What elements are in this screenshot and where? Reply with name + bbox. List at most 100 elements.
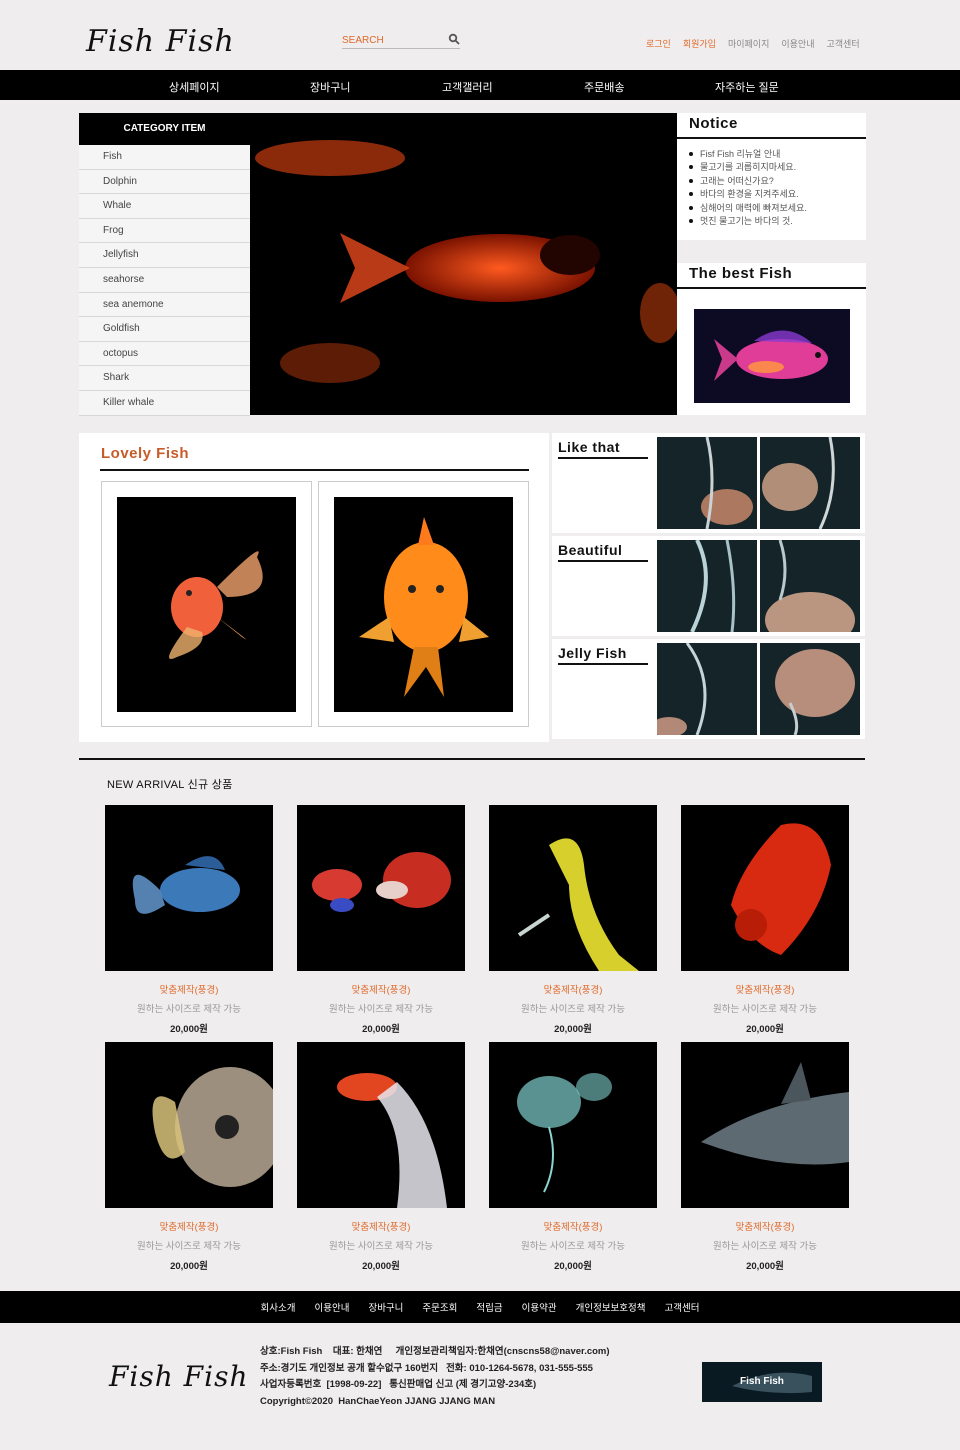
- footer-link-privacy[interactable]: 개인정보보호정책: [576, 1300, 646, 1314]
- product-image: [489, 805, 657, 971]
- product-name: 맞춤제작(풍경): [351, 1222, 411, 1233]
- side-row-like-that: Like that: [552, 433, 865, 533]
- hero-image: [250, 113, 677, 415]
- signup-link[interactable]: 회원가입: [683, 37, 716, 50]
- product-desc: 원하는 사이즈로 제작 가능: [328, 1004, 434, 1015]
- category-item-sea-anemone[interactable]: sea anemone: [79, 293, 250, 318]
- category-item-seahorse[interactable]: seahorse: [79, 268, 250, 293]
- category-item-octopus[interactable]: octopus: [79, 342, 250, 367]
- category-item-whale[interactable]: Whale: [79, 194, 250, 219]
- category-menu: CATEGORY ITEM Fish Dolphin Whale Frog Je…: [79, 113, 250, 416]
- side-title: Jelly Fish: [558, 645, 648, 665]
- best-fish-box: The best Fish: [677, 263, 866, 415]
- notice-item[interactable]: 바다의 환경을 지켜주세요.: [689, 188, 866, 201]
- guide-link[interactable]: 이용안내: [781, 37, 814, 50]
- search-label: SEARCH: [342, 35, 384, 46]
- category-title: CATEGORY ITEM: [79, 113, 250, 145]
- top-links: 로그인 회원가입 마이페이지 이용안내 고객센터: [646, 37, 860, 50]
- nav-detail[interactable]: 상세페이지: [169, 79, 220, 95]
- jellyfish-image[interactable]: [657, 437, 757, 529]
- notice-list: Fisf Fish 리뉴얼 안내 물고기를 괴롭히지마세요. 고래는 어떠신가요…: [677, 139, 866, 228]
- product-card[interactable]: 맞춤제작(풍경) 원하는 사이즈로 제작 가능 20,000원: [681, 1042, 849, 1272]
- notice-item[interactable]: 멋진 물고기는 바다의 것.: [689, 215, 866, 228]
- footer-link-cart[interactable]: 장바구니: [368, 1300, 403, 1314]
- product-card[interactable]: 맞춤제작(풍경) 원하는 사이즈로 제작 가능 20,000원: [489, 805, 657, 1035]
- best-fish-image[interactable]: [694, 309, 850, 403]
- goldfish-image: [334, 497, 513, 712]
- product-image: [489, 1042, 657, 1208]
- notice-item[interactable]: 심해어의 매력에 빠져보세요.: [689, 202, 866, 215]
- notice-box: Notice Fisf Fish 리뉴얼 안내 물고기를 괴롭히지마세요. 고래…: [677, 113, 866, 240]
- footer-banner[interactable]: Fish Fish: [702, 1362, 822, 1402]
- mypage-link[interactable]: 마이페이지: [728, 37, 769, 50]
- product-card[interactable]: 맞춤제작(풍경) 원하는 사이즈로 제작 가능 20,000원: [681, 805, 849, 1035]
- product-image: [297, 805, 465, 971]
- footer-link-company[interactable]: 회사소개: [261, 1300, 296, 1314]
- lovely-fish-card[interactable]: [101, 481, 312, 727]
- footer-link-order[interactable]: 주문조회: [422, 1300, 457, 1314]
- product-card[interactable]: 맞춤제작(풍경) 원하는 사이즈로 제작 가능 20,000원: [105, 1042, 273, 1272]
- category-item-killer-whale[interactable]: Killer whale: [79, 391, 250, 416]
- login-link[interactable]: 로그인: [646, 37, 671, 50]
- product-name: 맞춤제작(풍경): [735, 1222, 795, 1233]
- product-desc: 원하는 사이즈로 제작 가능: [136, 1004, 242, 1015]
- category-item-shark[interactable]: Shark: [79, 366, 250, 391]
- footer-link-support[interactable]: 고객센터: [665, 1300, 700, 1314]
- product-name: 맞춤제작(풍경): [159, 1222, 219, 1233]
- notice-item[interactable]: 고래는 어떠신가요?: [689, 175, 866, 188]
- product-desc: 원하는 사이즈로 제작 가능: [712, 1004, 818, 1015]
- product-name: 맞춤제작(풍경): [735, 985, 795, 996]
- footer-info: 상호:Fish Fish 대표: 한채연 개인정보관리책임자:한채연(cnscn…: [260, 1344, 610, 1411]
- product-image: [297, 1042, 465, 1208]
- jellyfish-image[interactable]: [760, 643, 860, 735]
- product-price: 20,000원: [554, 1024, 592, 1035]
- lovely-fish-card[interactable]: [318, 481, 529, 727]
- footer-info-line: 사업자등록번호 [1998-09-22] 통신판매업 신고 (제 경기고양-23…: [260, 1379, 537, 1391]
- jellyfish-image[interactable]: [657, 540, 757, 632]
- side-row-beautiful: Beautiful: [552, 536, 865, 636]
- product-image: [105, 805, 273, 971]
- notice-title: Notice: [677, 113, 866, 139]
- product-desc: 원하는 사이즈로 제작 가능: [328, 1241, 434, 1252]
- category-item-fish[interactable]: Fish: [79, 145, 250, 170]
- product-price: 20,000원: [362, 1024, 400, 1035]
- product-card[interactable]: 맞춤제작(풍경) 원하는 사이즈로 제작 가능 20,000원: [297, 805, 465, 1035]
- category-item-goldfish[interactable]: Goldfish: [79, 317, 250, 342]
- category-item-jellyfish[interactable]: Jellyfish: [79, 243, 250, 268]
- nav-faq[interactable]: 자주하는 질문: [715, 79, 779, 95]
- nav-gallery[interactable]: 고객갤러리: [442, 79, 493, 95]
- product-name: 맞춤제작(풍경): [159, 985, 219, 996]
- jellyfish-image[interactable]: [760, 540, 860, 632]
- nav-order[interactable]: 주문배송: [584, 79, 624, 95]
- notice-item[interactable]: 물고기를 괴롭히지마세요.: [689, 161, 866, 174]
- search-icon[interactable]: [448, 33, 460, 45]
- search-box[interactable]: SEARCH: [342, 33, 460, 49]
- side-row-jelly-fish: Jelly Fish: [552, 639, 865, 739]
- product-card[interactable]: 맞춤제작(풍경) 원하는 사이즈로 제작 가능 20,000원: [489, 1042, 657, 1272]
- footer-link-terms[interactable]: 이용약관: [522, 1300, 557, 1314]
- product-price: 20,000원: [554, 1261, 592, 1272]
- category-item-dolphin[interactable]: Dolphin: [79, 170, 250, 195]
- site-logo[interactable]: Fish Fish: [86, 24, 235, 59]
- side-title: Like that: [558, 439, 648, 459]
- footer-info-line: 주소:경기도 개인정보 공개 할수없구 160번지 전화: 010-1264-5…: [260, 1362, 593, 1374]
- lovely-fish-section: Lovely Fish: [79, 433, 549, 742]
- goldfish-image: [117, 497, 296, 712]
- product-card[interactable]: 맞춤제작(풍경) 원하는 사이즈로 제작 가능 20,000원: [105, 805, 273, 1035]
- product-desc: 원하는 사이즈로 제작 가능: [520, 1241, 626, 1252]
- footer-info-line: 상호:Fish Fish 대표: 한채연 개인정보관리책임자:한채연(cnscn…: [260, 1346, 610, 1357]
- footer-link-points[interactable]: 적립금: [476, 1300, 502, 1314]
- jellyfish-image[interactable]: [657, 643, 757, 735]
- notice-item[interactable]: Fisf Fish 리뉴얼 안내: [689, 148, 866, 161]
- category-item-frog[interactable]: Frog: [79, 219, 250, 244]
- best-fish-title: The best Fish: [677, 263, 866, 289]
- product-price: 20,000원: [170, 1024, 208, 1035]
- main-nav: 상세페이지 장바구니 고객갤러리 주문배송 자주하는 질문: [0, 70, 960, 100]
- footer-logo[interactable]: Fish Fish: [109, 1360, 248, 1393]
- support-link[interactable]: 고객센터: [827, 37, 860, 50]
- product-card[interactable]: 맞춤제작(풍경) 원하는 사이즈로 제작 가능 20,000원: [297, 1042, 465, 1272]
- jellyfish-image[interactable]: [760, 437, 860, 529]
- nav-cart[interactable]: 장바구니: [310, 79, 350, 95]
- product-image: [681, 1042, 849, 1208]
- footer-link-guide[interactable]: 이용안내: [314, 1300, 349, 1314]
